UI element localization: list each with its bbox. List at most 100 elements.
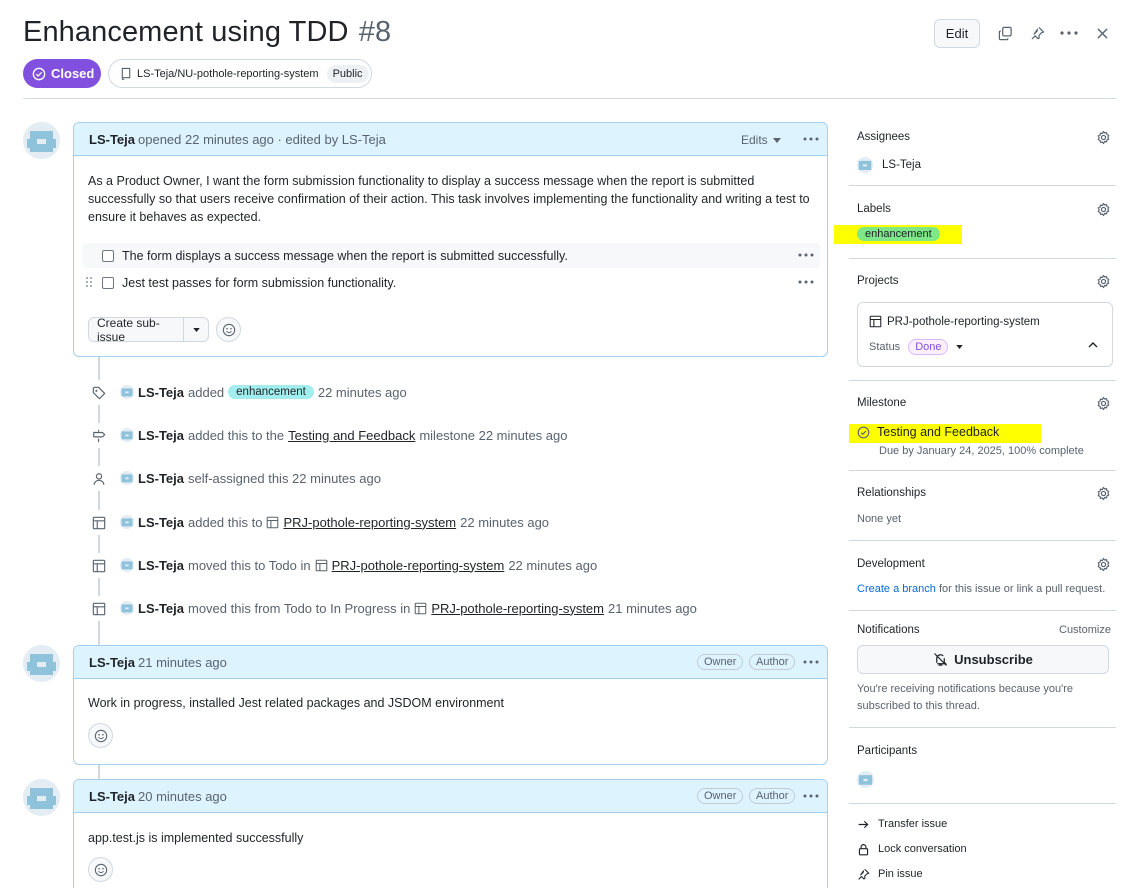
task-text: The form displays a success message when…: [122, 248, 568, 263]
create-sub-issue-label[interactable]: Create sub-issue: [89, 318, 184, 341]
comment-time: 21 minutes ago: [138, 654, 227, 670]
development-text: Create a branch for this issue or link a…: [857, 581, 1105, 598]
projects-heading: Projects: [857, 275, 899, 287]
chevron-down-icon[interactable]: [184, 318, 208, 341]
comment-options-icon[interactable]: [801, 789, 821, 803]
avatar[interactable]: [120, 471, 134, 485]
avatar[interactable]: [23, 122, 60, 159]
avatar[interactable]: [23, 645, 60, 682]
task-checkbox[interactable]: [102, 276, 114, 289]
task-text: Jest test passes for form submission fun…: [122, 275, 397, 290]
event-time: 22 minutes ago: [508, 557, 598, 573]
comment-options-icon[interactable]: [801, 655, 821, 669]
repo-chip[interactable]: LS-Teja/NU-pothole-reporting-system Publ…: [108, 59, 372, 88]
gear-icon[interactable]: [1096, 202, 1112, 218]
project-title[interactable]: PRJ-pothole-reporting-system: [869, 315, 1040, 328]
gear-icon[interactable]: [1096, 486, 1112, 502]
assignee-name[interactable]: LS-Teja: [882, 159, 921, 171]
milestone-name[interactable]: Testing and Feedback: [877, 425, 999, 439]
repo-name[interactable]: LS-Teja/NU-pothole-reporting-system: [137, 68, 319, 80]
divider: [849, 258, 1116, 259]
participant-avatar[interactable]: [857, 771, 874, 788]
event-author[interactable]: LS-Teja: [138, 428, 184, 443]
add-reaction-icon[interactable]: [216, 317, 241, 342]
close-icon[interactable]: [1093, 24, 1111, 42]
avatar[interactable]: [120, 558, 134, 572]
status-done-badge[interactable]: Done: [908, 339, 949, 355]
task-list-item[interactable]: The form displays a success message when…: [82, 243, 820, 268]
project-name[interactable]: PRJ-pothole-reporting-system: [887, 316, 1040, 328]
relationships-heading: Relationships: [857, 487, 927, 499]
task-options-icon[interactable]: [796, 248, 816, 262]
assignee[interactable]: LS-Teja: [857, 157, 921, 173]
chevron-down-icon: [772, 137, 781, 143]
author-badge: Author: [749, 654, 796, 670]
avatar[interactable]: [120, 601, 134, 615]
avatar[interactable]: [120, 385, 134, 399]
table-icon: [266, 516, 279, 529]
event-text: added this to the: [188, 427, 285, 443]
more-options-icon[interactable]: [1060, 24, 1078, 42]
gear-icon[interactable]: [1096, 557, 1112, 573]
create-branch-link[interactable]: Create a branch: [857, 583, 936, 595]
label-enhancement[interactable]: enhancement: [228, 385, 314, 399]
gear-icon[interactable]: [1096, 274, 1112, 290]
issue-title: Enhancement using TDD #8: [23, 16, 391, 49]
chevron-down-icon[interactable]: [956, 345, 964, 349]
milestone-link[interactable]: Testing and Feedback: [857, 425, 999, 439]
label-enhancement[interactable]: enhancement: [857, 227, 940, 241]
comment-body: Work in progress, installed Jest related…: [88, 696, 504, 710]
avatar[interactable]: [120, 428, 134, 442]
project-link[interactable]: PRJ-pothole-reporting-system: [431, 601, 604, 616]
issue-state-text: Closed: [51, 66, 95, 81]
task-options-icon[interactable]: [796, 275, 816, 289]
event-text: moved this from Todo to In Progress in: [188, 600, 411, 616]
event-author[interactable]: LS-Teja: [138, 515, 184, 530]
person-icon: [86, 466, 111, 491]
copy-icon[interactable]: [996, 24, 1014, 42]
gear-icon[interactable]: [1096, 396, 1112, 412]
edit-button[interactable]: Edit: [934, 19, 980, 48]
event-author[interactable]: LS-Teja: [138, 385, 184, 400]
divider: [849, 380, 1116, 381]
comment-time: 20 minutes ago: [138, 788, 227, 804]
create-sub-issue-button[interactable]: Create sub-issue: [88, 317, 209, 342]
arrow-right-icon: [857, 818, 870, 831]
gear-icon[interactable]: [1096, 130, 1112, 146]
drag-handle-icon[interactable]: [86, 277, 92, 287]
milestone-check-icon: [857, 426, 870, 439]
milestone-link[interactable]: Testing and Feedback: [288, 428, 415, 443]
owner-badge: Owner: [697, 654, 744, 670]
event-text: added this to: [188, 514, 263, 530]
milestone-icon: [86, 423, 111, 448]
transfer-issue-action[interactable]: Transfer issue: [857, 816, 947, 832]
project-link[interactable]: PRJ-pothole-reporting-system: [332, 558, 505, 573]
chevron-up-icon[interactable]: [1088, 342, 1098, 348]
timeline-event: LS-Teja moved this from Todo to In Progr…: [120, 599, 697, 617]
pin-icon[interactable]: [1028, 24, 1046, 42]
comment-author[interactable]: LS-Teja: [89, 655, 135, 670]
status-label: Status: [869, 341, 901, 353]
closed-check-icon: [32, 67, 46, 81]
edits-dropdown[interactable]: Edits: [741, 133, 781, 147]
lock-conversation-label: Lock conversation: [878, 843, 967, 855]
avatar[interactable]: [23, 779, 60, 816]
project-status[interactable]: Status Done: [869, 339, 964, 355]
customize-link[interactable]: Customize: [1059, 622, 1111, 639]
lock-conversation-action[interactable]: Lock conversation: [857, 841, 967, 857]
task-list-item[interactable]: Jest test passes for form submission fun…: [82, 270, 820, 295]
task-checkbox[interactable]: [102, 249, 114, 262]
comment-options-icon[interactable]: [801, 132, 821, 146]
comment-author[interactable]: LS-Teja: [89, 132, 135, 147]
add-reaction-icon[interactable]: [88, 723, 113, 748]
project-link[interactable]: PRJ-pothole-reporting-system: [283, 515, 456, 530]
add-reaction-icon[interactable]: [88, 857, 113, 882]
avatar[interactable]: [857, 157, 873, 173]
avatar[interactable]: [120, 515, 134, 529]
pin-issue-action[interactable]: Pin issue: [857, 866, 923, 882]
event-author[interactable]: LS-Teja: [138, 558, 184, 573]
unsubscribe-button[interactable]: Unsubscribe: [857, 645, 1109, 674]
event-author[interactable]: LS-Teja: [138, 601, 184, 616]
comment-author[interactable]: LS-Teja: [89, 789, 135, 804]
event-author[interactable]: LS-Teja: [138, 471, 184, 486]
